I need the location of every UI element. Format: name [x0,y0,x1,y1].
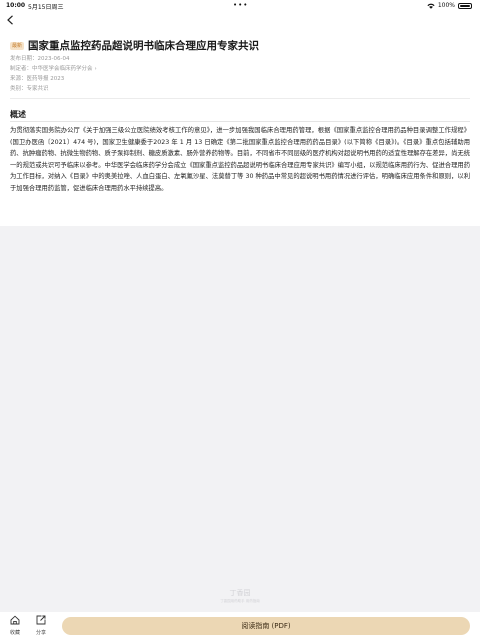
watermark: 丁香园 丁香园用药助手 用药指南 [0,588,480,604]
share-icon [31,615,51,629]
summary-divider [10,121,470,122]
summary-heading: 概述 [10,110,26,119]
status-date: 5月15日周三 [28,4,64,11]
meta-value: 2023-06-04 [37,56,70,62]
divider [10,98,470,99]
back-button[interactable] [4,15,16,27]
battery-percent: 100% [437,2,455,9]
meta-source: 来源：医药导报 2023 [10,74,64,82]
share-label: 分享 [35,630,46,636]
guide-title: 国家重点监控药品超说明书临床合理应用专家共识 [28,40,260,52]
status-right: 100% [427,2,472,9]
watermark-subtitle: 丁香园用药助手 用药指南 [220,599,260,603]
chevron-left-icon [7,15,13,25]
share-button[interactable]: 分享 [31,615,51,636]
collect-label: 收藏 [9,630,20,636]
collect-button[interactable]: 收藏 [5,615,25,636]
guide-detail-card: 最新 国家重点监控药品超说明书临床合理应用专家共识 发布日期：2023-06-0… [0,12,480,226]
title-row: 最新 国家重点监控药品超说明书临床合理应用专家共识 [10,38,470,53]
meta-label: 发布日期： [10,56,38,62]
read-guide-pdf-button[interactable]: 阅读指南 (PDF) [62,617,470,635]
meta-author[interactable]: 制定者：中华医学会临床药学分会 › [10,64,97,72]
status-bar: 10:00 5月15日周三 ••• 100% [0,0,480,12]
meta-value: 中华医学会临床药学分会 [32,66,93,72]
meta-label: 来源： [10,76,27,82]
meta-label: 类别： [10,86,27,92]
watermark-logo: 丁香园 [229,589,251,597]
meta-publish-date: 发布日期：2023-06-04 [10,54,69,62]
meta-value: 专家共识 [26,86,49,92]
wifi-icon [427,3,435,9]
battery-icon [458,2,472,9]
meta-label: 制定者： [10,66,33,72]
meta-value: 医药导报 2023 [26,76,65,82]
bottom-bar: 收藏 分享 阅读指南 (PDF) [0,612,480,640]
chevron-right-icon: › [94,66,97,72]
status-time: 10:00 [6,2,26,9]
meta-category: 类别：专家共识 [10,84,49,92]
new-badge: 最新 [10,41,25,50]
home-bookmark-icon [5,615,25,629]
summary-text: 为贯彻落实国务院办公厅《关于加强三级公立医院绩效考核工作的意见》，进一步加强我国… [10,127,470,192]
multitasking-dots[interactable]: ••• [233,1,248,9]
